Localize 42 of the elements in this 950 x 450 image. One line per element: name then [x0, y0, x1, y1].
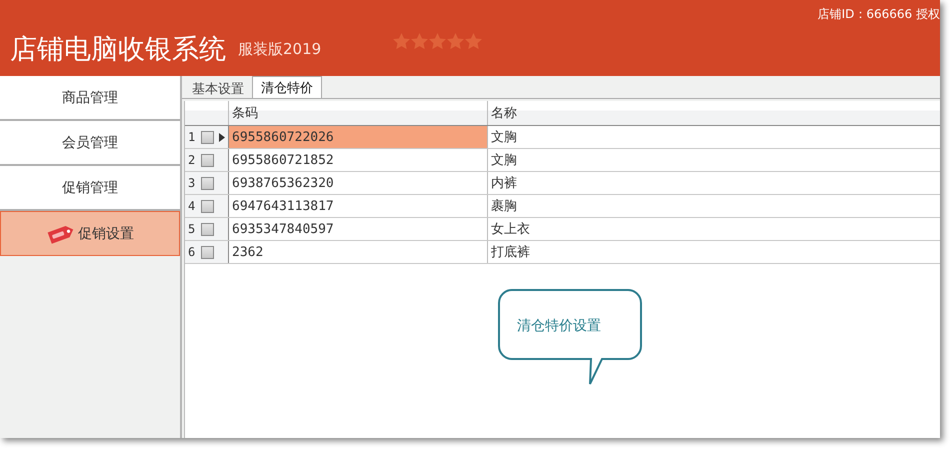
table-cell-text: 女上衣: [490, 221, 531, 239]
star-icon: [393, 33, 410, 49]
table-cell-text: 内裤: [490, 175, 518, 193]
row-checkbox[interactable]: [201, 154, 214, 166]
star-icon: [429, 33, 446, 49]
edition-label: 服装版2019: [238, 40, 322, 58]
row-number: 1: [188, 130, 196, 144]
sidebar-item[interactable]: 促销设置: [0, 211, 180, 256]
table-cell-text: 打底裤: [490, 244, 531, 262]
row-pointer-icon: [219, 132, 225, 142]
table-cell: 6955860722026: [229, 126, 488, 148]
row-checkbox[interactable]: [201, 246, 214, 258]
store-info: 店铺ID：666666 授权: [818, 6, 940, 23]
row-number: 5: [188, 222, 196, 236]
callout-text: 清仓特价设置: [517, 317, 601, 335]
table-cell: 6947643113817: [229, 195, 488, 217]
row-checkbox[interactable]: [201, 222, 214, 236]
row-number: 2: [188, 153, 196, 167]
table-cell-text: 裹胸: [490, 198, 518, 216]
row-checkbox[interactable]: [201, 200, 214, 212]
row-number: 3: [188, 176, 196, 190]
sidebar-item[interactable]: 商品管理: [0, 76, 180, 121]
tab[interactable]: 清仓特价: [252, 76, 322, 98]
column-header[interactable]: 条码: [229, 101, 488, 125]
star-icon: [411, 33, 428, 49]
row-number: 4: [188, 199, 196, 213]
row-checkbox[interactable]: [201, 176, 214, 190]
table-cell: 6938765362320: [229, 172, 488, 194]
table-cell: 2362: [229, 241, 488, 263]
row-number: 6: [188, 245, 196, 259]
table-cell: 6935347840597: [229, 218, 488, 240]
row-checkbox[interactable]: [201, 130, 214, 144]
app-title: 店铺电脑收银系统: [10, 33, 226, 67]
column-header[interactable]: 名称: [488, 101, 940, 125]
star-icon: [465, 33, 482, 49]
tab[interactable]: 基本设置: [184, 78, 252, 98]
sidebar-item[interactable]: 促销管理: [0, 166, 180, 211]
table-cell: 6955860721852: [229, 149, 488, 171]
table-cell-text: 文胸: [490, 152, 518, 170]
star-icon: [447, 33, 464, 49]
table-cell-text: 文胸: [490, 129, 518, 147]
sidebar-item[interactable]: 会员管理: [0, 121, 180, 166]
